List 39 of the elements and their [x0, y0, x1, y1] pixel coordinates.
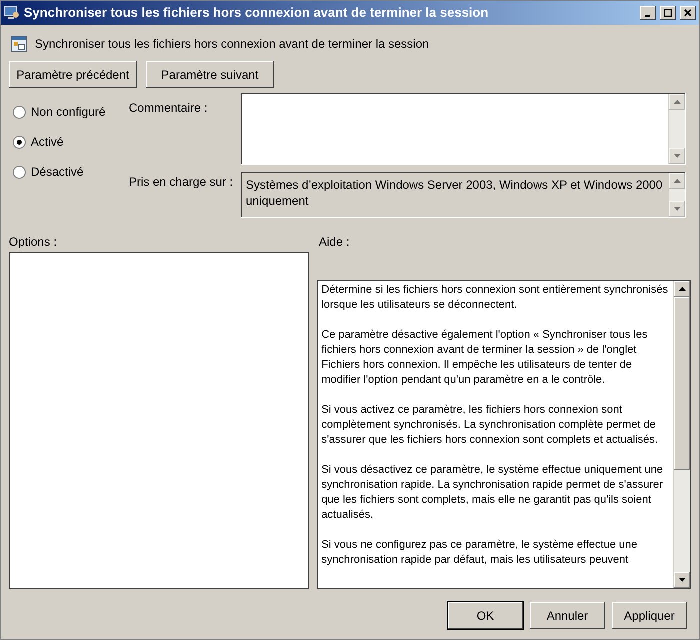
scroll-up-icon [674, 179, 680, 183]
radio-label[interactable]: Non configuré [31, 103, 106, 121]
supported-label: Pris en charge sur : [129, 174, 234, 191]
scroll-down-icon [678, 578, 686, 582]
help-paragraph: Ce paramètre désactive également l'option « Synchroniser tous les fichiers hors connexion avant de terminer la session » de l'onglet Fichiers hors connexion. Il empêche les utilisateurs de tenter de modifier l'option pendant qu'un paramètre en a le contrôle. [322, 328, 649, 388]
maximize-icon[interactable] [660, 6, 676, 20]
radio-label[interactable]: Activé [31, 133, 64, 151]
radio-button[interactable] [13, 136, 26, 148]
close-icon[interactable] [680, 6, 696, 20]
options-label: Options : [9, 234, 58, 251]
radio-label[interactable]: Désactivé [31, 163, 84, 181]
dialog-button[interactable]: Paramètre suivant [146, 61, 274, 88]
scrollbar[interactable] [673, 281, 690, 588]
scroll-up-icon [674, 100, 680, 104]
dialog-button[interactable]: Appliquer [612, 602, 687, 629]
dialog-button[interactable]: Annuler [530, 602, 605, 629]
scroll-down-icon [674, 154, 680, 158]
dialog-button[interactable]: Paramètre précédent [9, 61, 137, 88]
scroll-up-icon [678, 287, 686, 291]
help-paragraph: Détermine si les fichiers hors connexion sont entièrement synchronisés lorsque les utilisateurs se déconnectent. [322, 283, 669, 313]
policy-heading: Synchroniser tous les fichiers hors connexion avant de terminer la session [35, 36, 430, 53]
scrollbar[interactable] [668, 173, 685, 217]
computer-icon [4, 5, 20, 21]
help-paragraph: Si vous activez ce paramètre, les fichiers hors connexion sont complètement synchronisés. La synchronisation complète permet de s'assurer que les fichiers hors connexion sont complets et actualisés. [322, 403, 660, 448]
help-label: Aide : [319, 234, 350, 251]
window-title: Synchroniser tous les fichiers hors connexion avant de terminer la session [24, 4, 490, 22]
comment-field[interactable] [241, 93, 686, 165]
policy-icon [11, 36, 27, 52]
dialog-button[interactable]: OK [448, 602, 523, 629]
help-paragraph: Si vous désactivez ce paramètre, le système effectue uniquement une synchronisation rapide. La synchronisation rapide permet de s'assurer que les fichiers sont complets, mais elle ne garantit pas qu'ils soient actualisés. [322, 463, 664, 523]
scrollbar-thumb[interactable] [674, 297, 690, 470]
scrollbar[interactable] [668, 94, 685, 164]
radio-button[interactable] [13, 106, 26, 118]
minimize-icon[interactable] [640, 6, 656, 20]
scroll-down-icon [674, 207, 680, 211]
radio-button[interactable] [13, 166, 26, 178]
comment-label: Commentaire : [129, 100, 209, 117]
help-paragraph: Si vous ne configurez pas ce paramètre, le système effectue une synchronisation rapide par défaut, mais les utilisateurs peuvent [322, 538, 638, 568]
supported-text: Systèmes d’exploitation Windows Server 2003, Windows XP et Windows 2000 uniquement [245, 177, 664, 210]
